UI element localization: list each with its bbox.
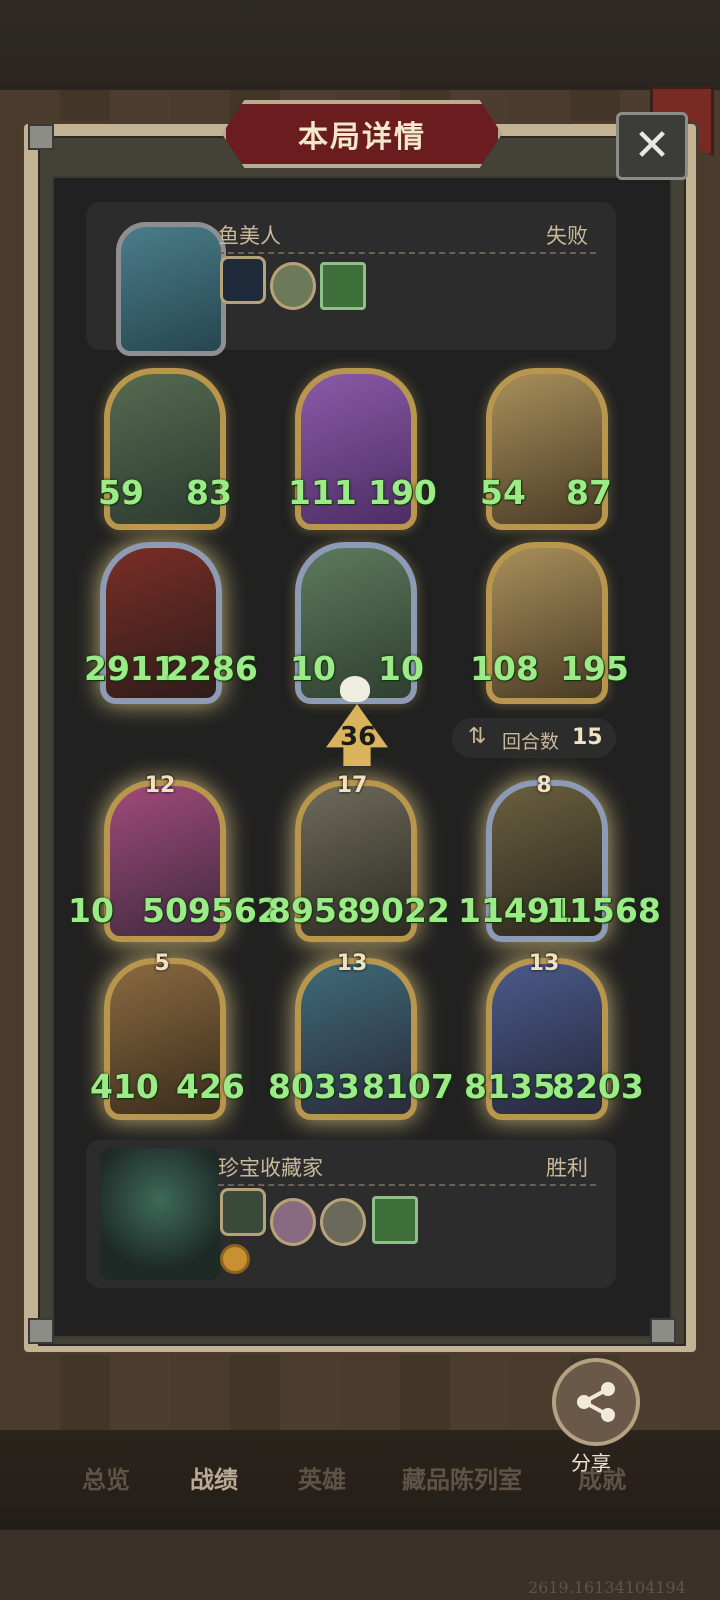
hero-power-icon[interactable]: [220, 256, 266, 304]
turn-value: 15: [572, 725, 603, 750]
minion-attack: 10: [290, 649, 336, 688]
corner-bracket-bottom-right: [650, 1318, 676, 1344]
minion-attack: 2911: [84, 649, 176, 688]
cat-token-icon[interactable]: [320, 1198, 366, 1246]
minion-health: 10: [378, 649, 424, 688]
turn-counter: ⇅ 回合数 15: [452, 718, 616, 758]
close-icon: ✕: [633, 120, 671, 171]
minion-health: 9022: [358, 891, 450, 930]
minion-level: 13: [336, 951, 368, 976]
book-icon[interactable]: [320, 262, 366, 310]
close-button[interactable]: ✕: [616, 112, 688, 180]
minion-health: 2286: [166, 649, 258, 688]
minion-health: 195: [560, 649, 629, 688]
opponent-name: 鱼美人: [218, 224, 281, 248]
minion-health: 87: [566, 473, 612, 512]
minion-attack: 8135: [464, 1067, 556, 1106]
minion-level: 13: [528, 951, 560, 976]
minion-health: 8203: [552, 1067, 644, 1106]
minion-attack: 10: [68, 891, 114, 930]
tab-heroes[interactable]: 英雄: [298, 1460, 346, 1495]
minion-attack: 8958: [268, 891, 360, 930]
turn-label: 回合数: [502, 731, 560, 753]
book-icon[interactable]: [372, 1196, 418, 1244]
player-hero-portrait[interactable]: [100, 1148, 220, 1280]
player-card: 珍宝收藏家 胜利: [86, 1140, 616, 1288]
build-number: 2619.16134104194: [528, 1578, 686, 1597]
divider: [218, 1184, 596, 1186]
minion-level: 5: [154, 951, 170, 976]
hero-power-icon[interactable]: [220, 1188, 266, 1236]
minion-health: 190: [368, 473, 437, 512]
top-background: [0, 0, 720, 90]
compass-icon[interactable]: [270, 262, 316, 310]
minion-level: 12: [144, 773, 176, 798]
minion-health: 83: [186, 473, 232, 512]
minion-attack: 54: [480, 473, 526, 512]
minion-health: 11568: [546, 891, 661, 930]
minion-level: 8: [536, 773, 552, 798]
tab-overview[interactable]: 总览: [82, 1460, 130, 1495]
opponent-hero-portrait[interactable]: [116, 222, 226, 356]
title-banner: 本局详情: [222, 100, 502, 168]
opponent-result: 失败: [546, 224, 588, 248]
minion-attack: 108: [470, 649, 539, 688]
minion-level: 17: [336, 773, 368, 798]
minion-health: 8107: [362, 1067, 454, 1106]
pocket-watch-icon[interactable]: [270, 1198, 316, 1246]
minion-attack: 59: [98, 473, 144, 512]
minion-attack: 410: [90, 1067, 159, 1106]
opponent-card: 鱼美人 失败: [86, 202, 616, 356]
player-result: 胜利: [546, 1156, 588, 1180]
corner-bracket-top-left: [28, 124, 54, 150]
divider: [218, 252, 596, 254]
share-icon: [577, 1382, 615, 1422]
share-label: 分享: [571, 1451, 611, 1475]
minion-attack: 111: [288, 473, 357, 512]
share-button[interactable]: [552, 1358, 640, 1446]
player-name: 珍宝收藏家: [218, 1156, 323, 1180]
corner-bracket-bottom-left: [28, 1318, 54, 1344]
turn-swap-icon: ⇅: [468, 724, 487, 749]
page-title: 本局详情: [298, 120, 426, 155]
skull-icon: [340, 676, 370, 702]
damage-value: 36: [340, 722, 377, 752]
buff-icon[interactable]: [220, 1244, 250, 1274]
minion-attack: 8033: [268, 1067, 360, 1106]
minion-health: 509562: [142, 891, 280, 930]
tab-records[interactable]: 战绩: [190, 1460, 238, 1495]
minion-health: 426: [176, 1067, 245, 1106]
tab-collection[interactable]: 藏品陈列室: [402, 1460, 522, 1495]
